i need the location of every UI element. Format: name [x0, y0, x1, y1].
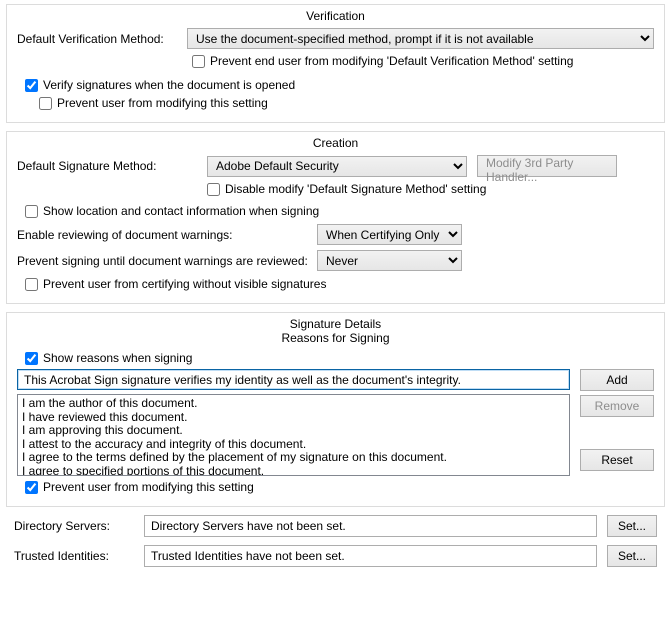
field-directory-servers: Directory Servers have not been set. [144, 515, 597, 537]
checkbox-verify-on-open[interactable] [25, 79, 38, 92]
label-prevent-modify-reasons: Prevent user from modifying this setting [43, 480, 254, 494]
select-default-verification-method[interactable]: Use the document-specified method, promp… [187, 28, 654, 49]
button-set-directory-servers[interactable]: Set... [607, 515, 657, 537]
label-directory-servers: Directory Servers: [14, 519, 134, 533]
button-reset-reasons[interactable]: Reset [580, 449, 654, 471]
checkbox-show-location-contact[interactable] [25, 205, 38, 218]
label-enable-review-warnings: Enable reviewing of document warnings: [17, 228, 317, 242]
label-default-verification-method: Default Verification Method: [17, 32, 187, 46]
select-enable-review-warnings[interactable]: When Certifying Only [317, 224, 462, 245]
label-prevent-modify-verification-method: Prevent end user from modifying 'Default… [210, 54, 573, 68]
label-trusted-identities: Trusted Identities: [14, 549, 134, 563]
label-prevent-modify-verify-on-open: Prevent user from modifying this setting [57, 96, 268, 110]
list-item[interactable]: I have reviewed this document. [22, 411, 565, 425]
group-signature-details: Signature Details Reasons for Signing Sh… [6, 312, 665, 507]
checkbox-disable-modify-sig-method[interactable] [207, 183, 220, 196]
button-remove-reason[interactable]: Remove [580, 395, 654, 417]
group-verification: Verification Default Verification Method… [6, 4, 665, 123]
button-modify-3rd-party-handler[interactable]: Modify 3rd Party Handler... [477, 155, 617, 177]
select-default-signature-method[interactable]: Adobe Default Security [207, 156, 467, 177]
label-default-signature-method: Default Signature Method: [17, 159, 197, 173]
label-show-location-contact: Show location and contact information wh… [43, 204, 319, 218]
list-item[interactable]: I attest to the accuracy and integrity o… [22, 438, 565, 452]
group-verification-title: Verification [17, 9, 654, 23]
checkbox-prevent-modify-reasons[interactable] [25, 481, 38, 494]
label-prevent-certify-no-visible: Prevent user from certifying without vis… [43, 277, 326, 291]
label-disable-modify-sig-method: Disable modify 'Default Signature Method… [225, 182, 486, 196]
button-add-reason[interactable]: Add [580, 369, 654, 391]
checkbox-prevent-certify-no-visible[interactable] [25, 278, 38, 291]
button-set-trusted-identities[interactable]: Set... [607, 545, 657, 567]
group-signature-details-title: Signature Details [17, 317, 654, 331]
list-item[interactable]: I am approving this document. [22, 424, 565, 438]
label-prevent-signing-until-reviewed: Prevent signing until document warnings … [17, 254, 317, 268]
field-trusted-identities: Trusted Identities have not been set. [144, 545, 597, 567]
label-verify-on-open: Verify signatures when the document is o… [43, 78, 295, 92]
input-new-reason[interactable] [17, 369, 570, 390]
group-creation: Creation Default Signature Method: Adobe… [6, 131, 665, 304]
checkbox-prevent-modify-verify-on-open[interactable] [39, 97, 52, 110]
list-item[interactable]: I agree to specified portions of this do… [22, 465, 565, 477]
list-item[interactable]: I am the author of this document. [22, 397, 565, 411]
checkbox-prevent-modify-verification-method[interactable] [192, 55, 205, 68]
group-creation-title: Creation [17, 136, 654, 150]
checkbox-show-reasons[interactable] [25, 352, 38, 365]
listbox-reasons[interactable]: I am the author of this document. I have… [17, 394, 570, 476]
list-item[interactable]: I agree to the terms defined by the plac… [22, 451, 565, 465]
label-show-reasons: Show reasons when signing [43, 351, 192, 365]
group-reasons-title: Reasons for Signing [17, 331, 654, 345]
select-prevent-signing-until-reviewed[interactable]: Never [317, 250, 462, 271]
